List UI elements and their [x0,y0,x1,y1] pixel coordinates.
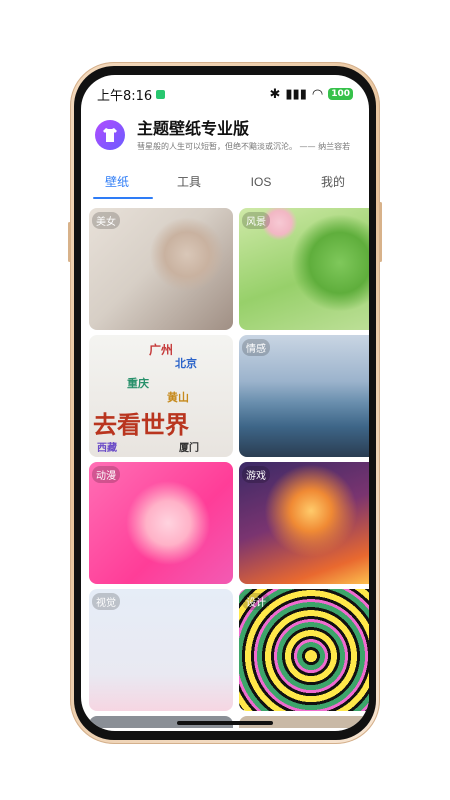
home-indicator[interactable] [177,721,273,725]
tile-label: 游戏 [242,466,270,483]
app-header: 主题壁纸专业版 彗星般的人生可以短暂，但绝不黯淡或沉沦。 —— 纳兰容若 [81,113,369,157]
category-tile-game[interactable]: 游戏 [239,462,369,584]
screen: 上午8:16 ✱ ▮▮▮ ◠ 100 主题壁纸专业版 彗星般的人生可以短暂，但绝… [81,75,369,731]
category-tile-visual[interactable]: 视觉 [89,589,233,711]
tile-word: 去看世界 [93,411,189,439]
shirt-icon [103,128,117,142]
tile-label: 视觉 [92,593,120,610]
phone-frame: 上午8:16 ✱ ▮▮▮ ◠ 100 主题壁纸专业版 彗星般的人生可以短暂，但绝… [68,62,382,744]
tile-word: 广州 [149,343,174,357]
battery-icon: 100 [328,88,353,100]
status-bar: 上午8:16 ✱ ▮▮▮ ◠ 100 [81,85,369,104]
category-tile-travel[interactable]: 广州 北京 重庆 黄山 去看世界 厦门 西藏 [89,335,233,457]
wifi-icon: ◠ [311,86,324,102]
power-button [379,202,382,262]
status-time: 上午8:16 [97,88,153,104]
tile-label: 美女 [92,212,120,229]
tab-bar: 壁纸 工具 IOS 我的 [81,171,369,199]
category-tile-anime[interactable]: 动漫 [89,462,233,584]
category-tile-emotion[interactable]: 情感 [239,335,369,457]
notification-icon [156,89,166,99]
tile-word: 厦门 [179,443,199,454]
category-tile-scenery[interactable]: 风景 [239,208,369,330]
wallpaper-grid: 美女 风景 广州 北京 重庆 黄山 去看世界 厦门 西藏 情感 动漫 游戏 视觉… [89,208,369,711]
bluetooth-icon: ✱ [269,86,281,102]
tile-word: 重庆 [127,377,149,390]
category-tile-beauty[interactable]: 美女 [89,208,233,330]
tab-tools[interactable]: 工具 [153,171,225,199]
app-logo-icon [95,120,125,150]
tab-ios[interactable]: IOS [225,171,297,199]
tile-label: 情感 [242,339,270,356]
app-title: 主题壁纸专业版 [137,118,250,138]
tile-word: 北京 [175,357,197,370]
app-subtitle: 彗星般的人生可以短暂，但绝不黯淡或沉沦。 —— 纳兰容若 [137,141,351,151]
tile-label: 动漫 [92,466,120,483]
tab-mine[interactable]: 我的 [297,171,369,199]
tab-wallpaper[interactable]: 壁纸 [81,171,153,199]
category-tile-design[interactable]: 设计 [239,589,369,711]
volume-button [68,222,71,262]
tile-label: 风景 [242,212,270,229]
signal-icon: ▮▮▮ [285,86,307,102]
tile-label: 设计 [242,593,270,610]
tile-word: 黄山 [167,391,189,404]
tile-word: 西藏 [97,443,117,454]
bezel: 上午8:16 ✱ ▮▮▮ ◠ 100 主题壁纸专业版 彗星般的人生可以短暂，但绝… [74,66,376,740]
